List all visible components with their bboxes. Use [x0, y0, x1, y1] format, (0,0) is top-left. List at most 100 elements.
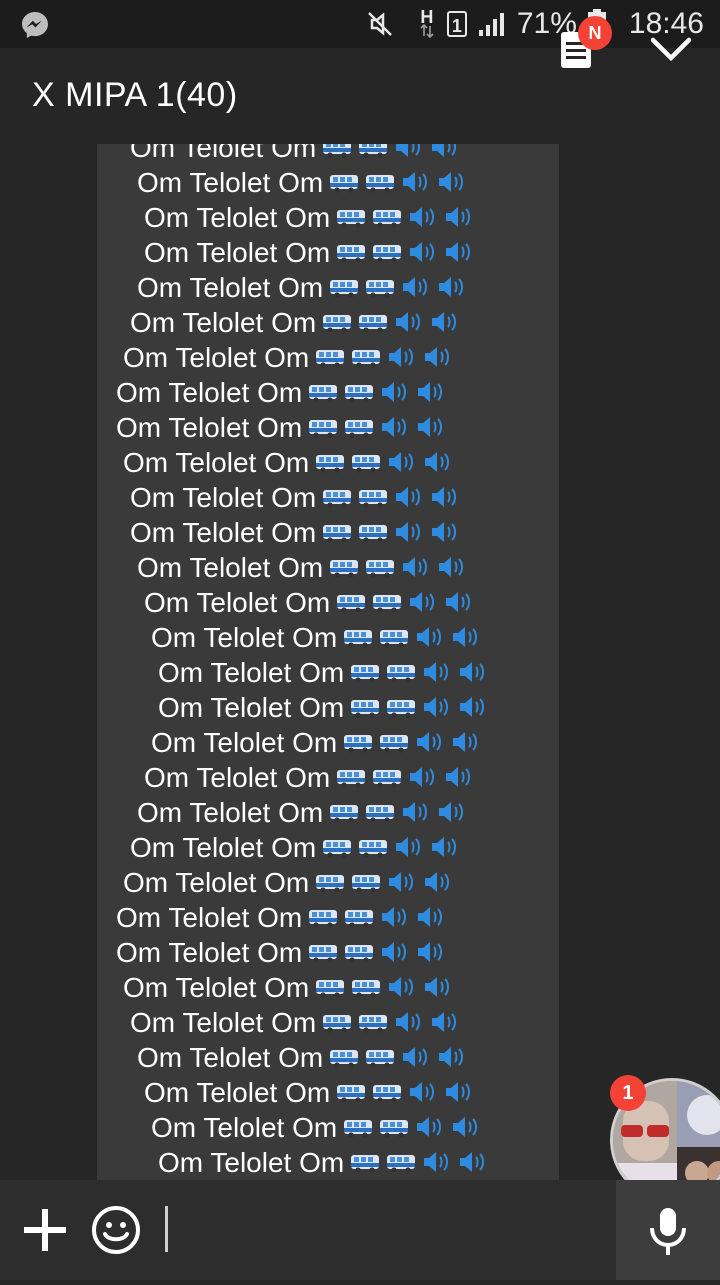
- bus-icon: [351, 447, 381, 482]
- message-line-text: Om Telolet Om: [144, 762, 331, 793]
- bus-icon: [372, 202, 402, 237]
- speaker-icon: [423, 447, 453, 482]
- speaker-icon: [444, 237, 474, 272]
- message-line-text: Om Telolet Om: [130, 482, 317, 513]
- speaker-icon: [451, 622, 481, 657]
- speaker-icon: [394, 307, 424, 342]
- message-line-text: Om Telolet Om: [158, 692, 345, 723]
- message-line: Om Telolet Om: [137, 795, 467, 830]
- message-line: Om Telolet Om: [116, 935, 446, 970]
- message-line: Om Telolet Om: [144, 585, 474, 620]
- message-line: Om Telolet Om: [123, 970, 453, 1005]
- bus-icon: [358, 144, 388, 167]
- speaker-icon: [437, 167, 467, 202]
- bus-icon: [329, 1042, 359, 1077]
- speaker-icon: [422, 692, 452, 727]
- speaker-icon: [387, 867, 417, 902]
- bus-icon: [351, 972, 381, 1007]
- speaker-icon: [430, 832, 460, 867]
- bus-icon: [308, 902, 338, 937]
- speaker-icon: [444, 587, 474, 622]
- bus-icon: [358, 832, 388, 867]
- speaker-icon: [401, 272, 431, 307]
- speaker-icon: [387, 342, 417, 377]
- message-line: Om Telolet Om: [130, 305, 460, 340]
- message-line: Om Telolet Om: [144, 235, 474, 270]
- emoji-icon[interactable]: [91, 1205, 141, 1255]
- speaker-icon: [401, 552, 431, 587]
- speaker-icon: [451, 727, 481, 762]
- speaker-icon: [380, 902, 410, 937]
- speaker-icon: [437, 797, 467, 832]
- speaker-icon: [416, 412, 446, 447]
- message-line-text: Om Telolet Om: [137, 552, 324, 583]
- bus-icon: [358, 482, 388, 517]
- speaker-icon: [401, 1042, 431, 1077]
- add-icon[interactable]: [22, 1207, 68, 1253]
- status-bar: H 1 71% 18:46: [0, 0, 720, 48]
- message-line-text: Om Telolet Om: [151, 622, 338, 653]
- message-line: Om Telolet Om: [123, 445, 453, 480]
- bus-icon: [351, 867, 381, 902]
- bus-icon: [386, 692, 416, 727]
- message-line: Om Telolet Om: [130, 1005, 460, 1040]
- bus-icon: [358, 517, 388, 552]
- microphone-button[interactable]: [616, 1180, 720, 1280]
- message-line-text: Om Telolet Om: [123, 972, 310, 1003]
- speaker-icon: [394, 832, 424, 867]
- speaker-icon: [394, 517, 424, 552]
- message-line: Om Telolet Om: [151, 620, 481, 655]
- bus-icon: [344, 412, 374, 447]
- speaker-icon: [437, 1042, 467, 1077]
- message-list[interactable]: Om Telolet Om Om Telolet Om Om Telolet Om O…: [0, 144, 720, 1180]
- bus-icon: [343, 727, 373, 762]
- speaker-icon: [394, 144, 424, 167]
- message-line: Om Telolet Om: [158, 1145, 488, 1180]
- bus-icon: [315, 447, 345, 482]
- message-line: Om Telolet Om: [123, 865, 453, 900]
- speaker-icon: [415, 1112, 445, 1147]
- bus-icon: [358, 307, 388, 342]
- speaker-icon: [422, 657, 452, 692]
- message-line-text: Om Telolet Om: [144, 1077, 331, 1108]
- message-line: Om Telolet Om: [130, 515, 460, 550]
- notes-badge: N: [578, 16, 612, 50]
- message-line: Om Telolet Om: [151, 725, 481, 760]
- bus-icon: [344, 937, 374, 972]
- speaker-icon: [408, 237, 438, 272]
- message-input[interactable]: [165, 1206, 168, 1252]
- speaker-icon: [394, 1007, 424, 1042]
- speaker-icon: [380, 377, 410, 412]
- bus-icon: [322, 1007, 352, 1042]
- bus-icon: [372, 1077, 402, 1112]
- message-line: Om Telolet Om: [130, 830, 460, 865]
- speaker-icon: [458, 1147, 488, 1180]
- speaker-icon: [387, 972, 417, 1007]
- speaker-icon: [444, 762, 474, 797]
- speaker-icon: [451, 1112, 481, 1147]
- speaker-icon: [423, 342, 453, 377]
- messenger-notification-icon: [22, 12, 48, 38]
- message-bubble[interactable]: Om Telolet Om Om Telolet Om Om Telolet Om O…: [97, 144, 559, 1180]
- bus-icon: [308, 377, 338, 412]
- message-line-text: Om Telolet Om: [130, 517, 317, 548]
- message-line: Om Telolet Om: [116, 410, 446, 445]
- speaker-icon: [380, 937, 410, 972]
- message-line: Om Telolet Om: [144, 760, 474, 795]
- speaker-icon: [415, 727, 445, 762]
- message-line: Om Telolet Om: [116, 900, 446, 935]
- speaker-icon: [430, 144, 460, 167]
- bus-icon: [329, 797, 359, 832]
- chevron-down-icon[interactable]: [648, 30, 694, 70]
- bus-icon: [365, 552, 395, 587]
- bus-icon: [322, 144, 352, 167]
- message-line: Om Telolet Om: [151, 1110, 481, 1145]
- speaker-icon: [444, 1077, 474, 1112]
- chat-title[interactable]: X MIPA 1(40): [32, 76, 238, 115]
- mute-icon: [367, 12, 392, 36]
- bus-icon: [350, 1147, 380, 1180]
- speaker-icon: [415, 622, 445, 657]
- speaker-icon: [401, 167, 431, 202]
- bus-icon: [336, 587, 366, 622]
- bus-icon: [336, 762, 366, 797]
